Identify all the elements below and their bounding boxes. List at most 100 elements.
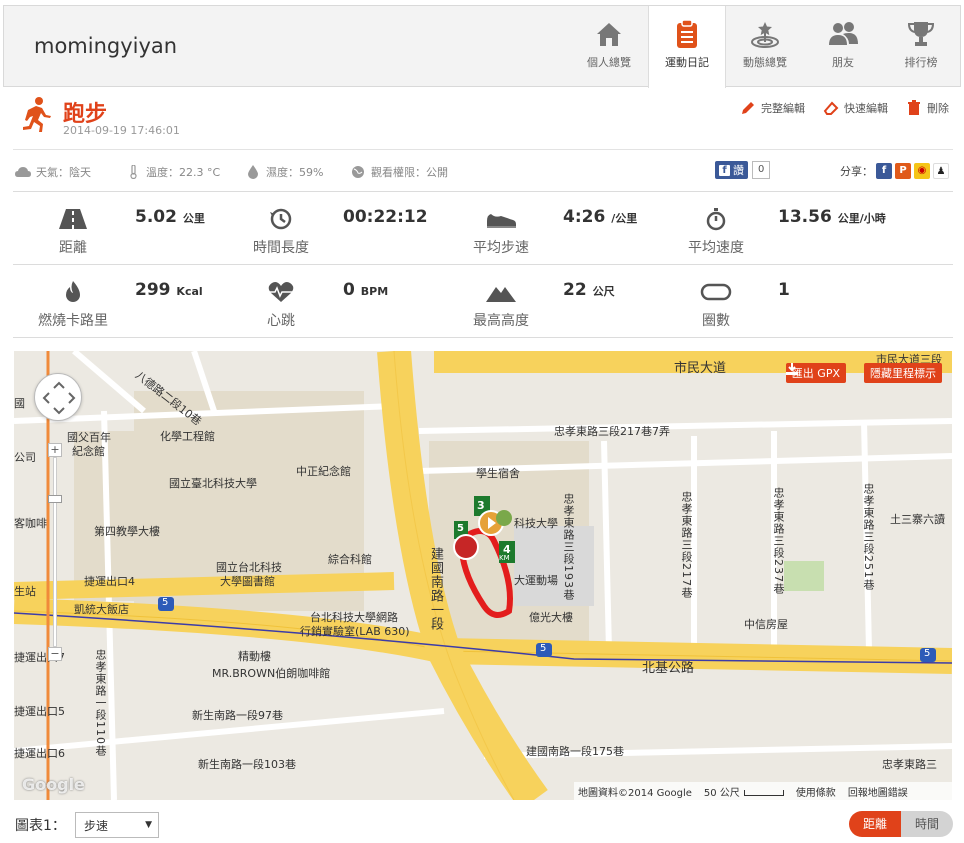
export-gpx-button[interactable]: 匯出 GPX [785, 363, 846, 383]
nav-overview[interactable]: 個人總覽 [570, 6, 648, 86]
map-label-exit-6: 捷運出口6 [14, 747, 65, 760]
plurk-share-icon[interactable]: P [895, 163, 911, 179]
quick-edit-button[interactable]: 快速編輯 [823, 100, 888, 116]
trophy-icon [907, 22, 935, 46]
route-shield-1: 5 [162, 597, 169, 608]
map-label-beiji-road: 北基公路 [642, 661, 695, 676]
hide-markers-button[interactable]: 隱藏里程標示 [864, 363, 942, 383]
distance-value: 5.02 公里 [135, 207, 205, 227]
privacy-text: 觀看權限：公開 [371, 166, 448, 179]
map-label-civic-blvd: 市民大道 [674, 361, 727, 376]
full-edit-button[interactable]: 完整編輯 [740, 100, 805, 116]
trash-icon [908, 100, 920, 115]
lap-track-icon [700, 283, 732, 301]
delete-button[interactable]: 刪除 [906, 100, 949, 116]
stat-pace: 平均步速 4:26 /公里 [441, 195, 671, 265]
map-report-link[interactable]: 回報地圖錯誤 [848, 784, 908, 799]
toggle-time[interactable]: 時間 [901, 811, 953, 837]
export-gpx-label: 匯出 GPX [791, 367, 840, 380]
laps-value: 1 [778, 280, 790, 300]
road-icon [59, 209, 87, 229]
route-shield-3: 5 [924, 648, 931, 659]
weather-text: 天氣：陰天 [36, 166, 91, 179]
stat-duration: 時間長度 00:22:12 [221, 195, 451, 265]
chart-axis-toggle: 距離 時間 [849, 811, 953, 837]
humidity-text: 濕度：59% [266, 166, 324, 179]
altitude-label: 最高高度 [473, 313, 529, 329]
nav-diary[interactable]: 運動日記 [648, 6, 726, 88]
zoom-slider-thumb[interactable] [48, 495, 62, 503]
activity-actions: 完整編輯 快速編輯 刪除 [740, 100, 949, 116]
map-label-ntut: 國立臺北科技大學 [169, 477, 257, 490]
stopwatch-icon [706, 208, 726, 231]
map-terms-link[interactable]: 使用條款 [796, 784, 836, 799]
stat-laps: 圈數 1 [656, 268, 886, 338]
toggle-distance[interactable]: 距離 [849, 811, 901, 837]
activity-datetime: 2014-09-19 17:46:01 [63, 124, 180, 137]
humidity-item: 濕度：59% [245, 164, 323, 180]
map-label-hotel: 凱統大飯店 [74, 603, 129, 616]
heart-rate-unit: BPM [360, 285, 389, 298]
map-pan-control[interactable] [34, 373, 82, 421]
map-label-tech-univ: 科技大學 [514, 517, 558, 530]
map-label-stadium: 大運動場 [514, 574, 558, 587]
map-label-everlight: 億光大樓 [529, 611, 573, 624]
share-label: 分享： [840, 165, 873, 178]
nav-feed-label: 動態總覽 [743, 56, 787, 69]
laps-label: 圈數 [702, 313, 730, 329]
google-logo: Google [22, 775, 85, 794]
fb-like-widget[interactable]: f 讚 0 [715, 161, 771, 179]
heart-rate-label: 心跳 [267, 313, 295, 329]
calories-value: 299 Kcal [135, 280, 203, 300]
speed-label: 平均速度 [688, 240, 744, 256]
chart-label: 圖表1： [15, 818, 66, 834]
clipboard-icon [677, 19, 697, 48]
shoe-icon [487, 214, 516, 228]
drop-icon [248, 165, 258, 179]
map-label-guo: 國 [14, 397, 25, 410]
stat-calories: 燃燒卡路里 299 Kcal [13, 268, 243, 338]
speed-unit: 公里/小時 [837, 212, 886, 225]
map-label-jingdong: 精動樓 [238, 650, 271, 663]
nav-ranking[interactable]: 排行榜 [882, 6, 960, 86]
duration-value: 00:22:12 [343, 207, 428, 227]
map-copyright: 地圖資料©2014 Google [578, 787, 692, 799]
distance-label: 距離 [59, 240, 87, 256]
map-label-xinsheng-103: 新生南路一段103巷 [198, 758, 296, 771]
running-icon [23, 97, 51, 132]
route-map[interactable]: 3 5 4 KM 5 5 5 市民大道 忠孝東路三段217巷7弄 國父百年 紀念… [14, 351, 952, 800]
zoom-in-button[interactable]: + [48, 443, 62, 457]
chart-type-select[interactable]: 步速 ▼ [75, 812, 159, 838]
map-zoom-control[interactable]: + − [48, 443, 62, 661]
scale-bar [743, 789, 784, 796]
map-scale: 50 公尺 [704, 784, 784, 799]
qq-share-icon[interactable]: ♟ [933, 163, 949, 179]
zoom-track[interactable] [53, 457, 57, 647]
fb-like-button[interactable]: f 讚 [715, 161, 748, 179]
thermometer-icon [130, 165, 137, 179]
temperature-item: 溫度：22.3 °C [125, 164, 220, 180]
top-bar: momingyiyan 個人總覽 運動日記 動態總覽 朋友 排行榜 [3, 5, 961, 88]
nav-feed[interactable]: 動態總覽 [726, 6, 804, 86]
history-clock-icon [270, 208, 292, 230]
calories-unit: Kcal [176, 285, 203, 298]
chart-controls: 圖表1： 步速 ▼ 距離 時間 [13, 811, 953, 839]
map-label-company: 公司 [14, 451, 36, 464]
weibo-share-icon[interactable]: ◉ [914, 163, 930, 179]
flame-icon [66, 281, 80, 302]
zoom-out-button[interactable]: − [48, 647, 62, 661]
map-label-cafe: 客咖啡 [14, 517, 47, 530]
calories-label: 燃燒卡路里 [38, 313, 108, 329]
facebook-share-icon[interactable]: f [876, 163, 892, 179]
nav-friends[interactable]: 朋友 [804, 6, 882, 86]
calories-number: 299 [135, 280, 171, 300]
privacy-item: 觀看權限：公開 [350, 164, 448, 180]
globe-icon [352, 166, 364, 178]
km-marker-unit: KM [499, 554, 510, 562]
heartbeat-icon [268, 282, 294, 302]
nav-ranking-label: 排行榜 [904, 56, 938, 69]
map-label-xinsheng-97: 新生南路一段97巷 [192, 709, 283, 722]
heart-rate-value: 0 BPM [343, 280, 388, 300]
nav-friends-label: 朋友 [832, 56, 854, 69]
main-nav: 個人總覽 運動日記 動態總覽 朋友 排行榜 [570, 6, 960, 88]
